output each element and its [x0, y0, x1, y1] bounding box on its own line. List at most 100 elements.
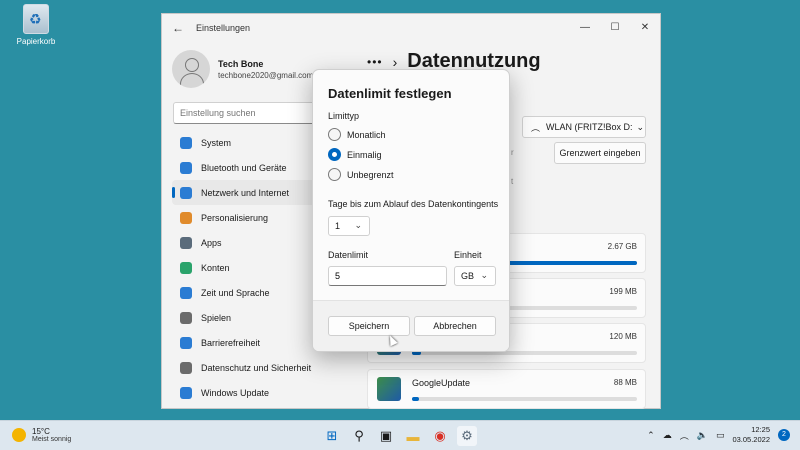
- volume-icon[interactable]: 🔈: [697, 430, 708, 441]
- sidebar-item[interactable]: Netzwerk und Internet: [172, 180, 317, 205]
- unit-label: Einheit: [454, 250, 482, 260]
- radio-circle-icon[interactable]: [328, 148, 341, 161]
- faint-text: r: [511, 148, 514, 157]
- profile-email: techbone2020@gmail.com: [218, 70, 314, 80]
- window-title: Einstellungen: [196, 23, 251, 33]
- sidebar-item-label: Personalisierung: [201, 212, 269, 223]
- person-icon: [180, 261, 192, 274]
- chevron-down-icon: ⌄: [636, 121, 645, 132]
- sidebar-item[interactable]: Apps: [172, 230, 317, 255]
- start-windows-icon[interactable]: ⊞: [322, 426, 342, 446]
- weather-widget[interactable]: 15°C Meist sonnig: [12, 427, 71, 443]
- clock[interactable]: 12:25 03.05.2022: [732, 425, 770, 445]
- chevron-right-icon: ›: [392, 53, 398, 70]
- usage-bar-fill: [412, 397, 419, 401]
- wifi-icon: [180, 186, 192, 199]
- back-arrow-icon[interactable]: ←: [172, 21, 184, 35]
- app-usage-card[interactable]: GoogleUpdate 88 MB: [367, 369, 646, 409]
- sidebar-item-label: Spielen: [201, 312, 232, 323]
- task-view-icon[interactable]: ▣: [376, 426, 396, 446]
- radio-circle-icon[interactable]: [328, 168, 341, 181]
- radio-circle-icon[interactable]: [328, 128, 341, 141]
- clock-time: 12:25: [751, 425, 770, 434]
- monitor-icon: [180, 136, 192, 149]
- data-limit-input[interactable]: [328, 266, 447, 286]
- save-button[interactable]: Speichern: [328, 316, 410, 336]
- taskbar: 15°C Meist sonnig ⊞ ⚲ ▣ ▬ ◉ ⚙ ⌃ ☁ ︵ 🔈 ▭ …: [0, 420, 800, 450]
- recycle-bin-icon: [23, 4, 49, 34]
- sidebar-item-label: Bluetooth und Geräte: [201, 162, 287, 173]
- profile-name: Tech Bone: [218, 58, 264, 69]
- recycle-bin[interactable]: Papierkorb: [14, 4, 58, 46]
- chevron-up-icon[interactable]: ⌃: [647, 430, 655, 441]
- sidebar-item-label: Datenschutz und Sicherheit: [201, 362, 312, 373]
- sidebar-item-label: Barrierefreiheit: [201, 337, 261, 348]
- sidebar-item[interactable]: Konten: [172, 255, 317, 280]
- avatar: [172, 50, 210, 88]
- sidebar-item[interactable]: System: [172, 130, 317, 155]
- app-size: 88 MB: [613, 378, 637, 387]
- more-dots-icon[interactable]: •••: [367, 55, 383, 69]
- sidebar-item[interactable]: Personalisierung: [172, 205, 317, 230]
- globe-icon: [180, 286, 192, 299]
- sidebar-nav: System Bluetooth und Geräte Netzwerk und I…: [172, 130, 317, 405]
- chrome-icon[interactable]: ◉: [430, 426, 450, 446]
- sun-cloud-icon: [12, 428, 26, 442]
- bluetooth-icon: [180, 161, 192, 174]
- settings-search-input[interactable]: [173, 102, 315, 124]
- app-name: GoogleUpdate: [412, 378, 471, 388]
- enter-limit-button[interactable]: Grenzwert eingeben: [554, 142, 646, 164]
- radio-label: Einmalig: [347, 149, 382, 160]
- notification-badge[interactable]: 2: [778, 429, 790, 441]
- radio-label: Unbegrenzt: [347, 169, 394, 180]
- recycle-bin-label: Papierkorb: [16, 37, 56, 46]
- sidebar-item[interactable]: Zeit und Sprache: [172, 280, 317, 305]
- battery-icon[interactable]: ▭: [716, 430, 725, 441]
- clock-date: 03.05.2022: [732, 435, 770, 444]
- brush-icon: [180, 211, 192, 224]
- profile[interactable]: Tech Bone techbone2020@gmail.com: [172, 50, 313, 88]
- sidebar-item-label: Netzwerk und Internet: [201, 187, 290, 198]
- usage-bar: [412, 397, 637, 401]
- weather-temp: 15°C: [32, 427, 50, 436]
- network-select[interactable]: ︵ WLAN (FRITZ!Box D: ⌄: [522, 116, 646, 138]
- data-limit-dialog: Datenlimit festlegen Limittyp Monatlich E…: [312, 69, 510, 352]
- chevron-down-icon: ⌄: [354, 220, 362, 230]
- sidebar-item[interactable]: Datenschutz und Sicherheit: [172, 355, 317, 380]
- file-explorer-icon[interactable]: ▬: [403, 426, 423, 446]
- dialog-footer: Speichern Abbrechen: [313, 300, 509, 351]
- sidebar-item[interactable]: Windows Update: [172, 380, 317, 405]
- settings-gear-icon[interactable]: ⚙: [457, 426, 477, 446]
- days-select[interactable]: 1 ⌄: [328, 216, 370, 236]
- app-size: 2.67 GB: [607, 242, 637, 251]
- sidebar-item[interactable]: Spielen: [172, 305, 317, 330]
- weather-text: Meist sonnig: [32, 436, 72, 443]
- limit-type-label: Limittyp: [328, 111, 360, 121]
- sidebar-item-label: Apps: [201, 237, 222, 248]
- sidebar-item[interactable]: Bluetooth und Geräte: [172, 155, 317, 180]
- search-icon[interactable]: ⚲: [349, 426, 369, 446]
- wifi-icon[interactable]: ︵: [680, 429, 689, 442]
- sidebar-item[interactable]: Barrierefreiheit: [172, 330, 317, 355]
- update-icon: [180, 386, 192, 399]
- sidebar-item-label: Konten: [201, 262, 230, 273]
- sidebar-item-label: Zeit und Sprache: [201, 287, 270, 298]
- network-select-value: WLAN (FRITZ!Box D:: [546, 122, 633, 132]
- faint-text: t: [511, 177, 514, 186]
- maximize-icon[interactable]: ☐: [600, 14, 630, 42]
- cloud-icon[interactable]: ☁: [663, 430, 672, 441]
- minimize-icon[interactable]: —: [570, 14, 600, 42]
- shield-icon: [180, 361, 192, 374]
- days-label: Tage bis zum Ablauf des Datenkontingents: [328, 199, 499, 209]
- sidebar-item-label: Windows Update: [201, 387, 270, 398]
- limit-type-radio[interactable]: Einmalig: [328, 148, 382, 161]
- unit-select[interactable]: GB ⌄: [454, 266, 496, 286]
- limit-type-radio[interactable]: Unbegrenzt: [328, 168, 394, 181]
- chevron-down-icon: ⌄: [480, 270, 488, 280]
- apps-icon: [180, 236, 192, 249]
- close-icon[interactable]: ✕: [630, 14, 660, 42]
- limit-type-radio[interactable]: Monatlich: [328, 128, 386, 141]
- wifi-icon: ︵: [531, 122, 541, 133]
- system-tray: ⌃ ☁ ︵ 🔈 ▭ 12:25 03.05.2022 2: [647, 425, 790, 445]
- cancel-button[interactable]: Abbrechen: [414, 316, 496, 336]
